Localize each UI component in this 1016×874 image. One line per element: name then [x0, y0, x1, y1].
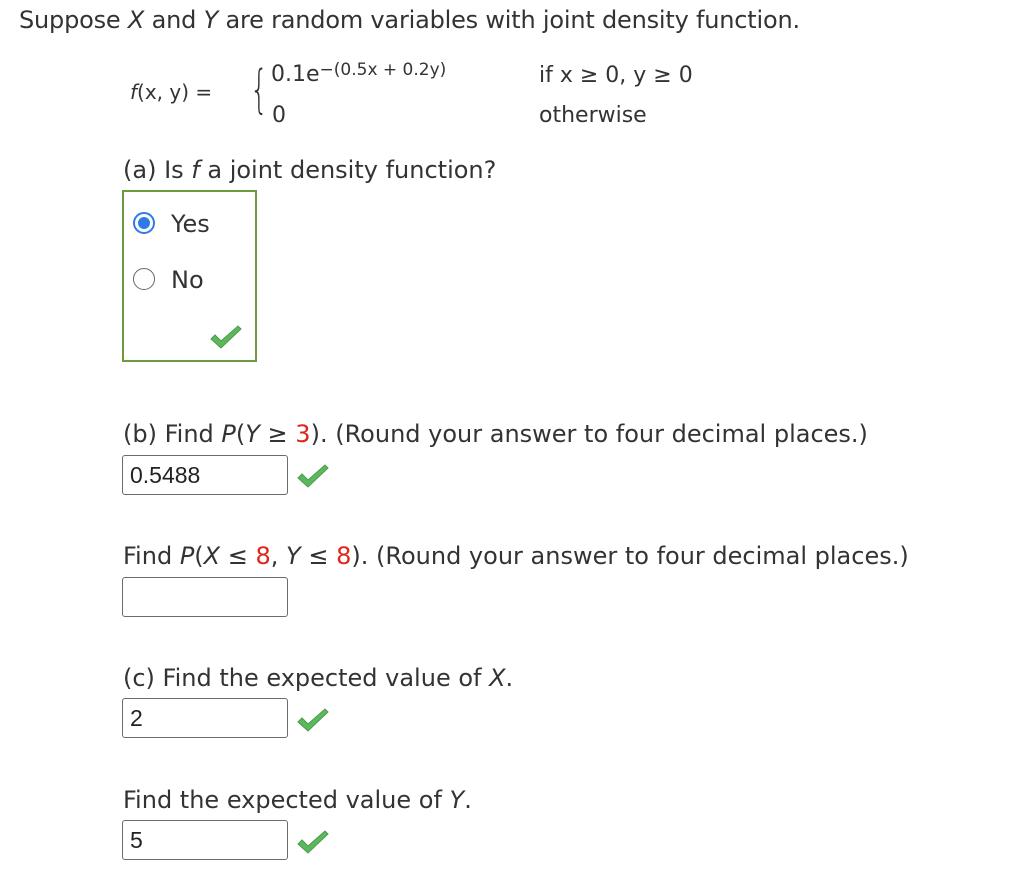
radio-yes[interactable]	[133, 212, 155, 234]
checkmark-icon	[297, 464, 329, 488]
intro-text: Suppose	[19, 6, 128, 34]
question-text: Find the expected value of	[123, 786, 450, 814]
prob-symbol: P	[179, 542, 195, 570]
intro-text: are random variables with joint density …	[218, 6, 800, 34]
case-1-coefficient: 0.1e	[271, 62, 320, 87]
operator: ≤	[300, 542, 337, 570]
formula-condition-2: otherwise	[539, 103, 647, 128]
paren: (	[235, 420, 246, 448]
var-y: Y	[286, 542, 301, 570]
answer-input-c1[interactable]	[122, 698, 288, 738]
question-c1: (c) Find the expected value of X.	[123, 664, 513, 692]
operator: ≥	[259, 420, 296, 448]
var-y: Y	[245, 420, 260, 448]
question-a: (a) Is f a joint density function?	[123, 156, 496, 184]
question-text: .	[505, 664, 514, 692]
radio-no[interactable]	[133, 268, 155, 290]
highlighted-value: 8	[255, 542, 271, 570]
answer-input-b1[interactable]	[122, 455, 288, 495]
question-text: .	[464, 786, 472, 814]
case-1-exponent: −(0.5x + 0.2y)	[319, 60, 447, 80]
intro-text: and	[144, 6, 204, 34]
paren: (	[194, 542, 204, 570]
var-x: X	[489, 664, 506, 692]
var-y: Y	[449, 786, 465, 814]
formula-case-1: 0.1e−(0.5x + 0.2y)	[271, 60, 447, 87]
formula-case-2: 0	[272, 103, 286, 128]
question-text: Find	[123, 542, 180, 570]
function-name: f	[130, 80, 138, 104]
rounding-instruction: (Round your answer to four decimal place…	[368, 542, 909, 570]
var-x: X	[127, 6, 145, 34]
var-x: X	[203, 542, 221, 570]
radio-label-no[interactable]: No	[171, 266, 204, 294]
function-args: (x, y) =	[137, 80, 213, 104]
answer-input-b2[interactable]	[122, 577, 288, 617]
checkmark-icon	[297, 830, 329, 854]
paren: ).	[351, 542, 369, 570]
radio-label-yes[interactable]: Yes	[171, 210, 210, 238]
question-text: (b) Find	[123, 420, 222, 448]
formula-condition-1: if x ≥ 0, y ≥ 0	[539, 63, 693, 88]
prob-symbol: P	[221, 420, 236, 448]
question-c2: Find the expected value of Y.	[123, 786, 472, 814]
rounding-instruction: (Round your answer to four decimal place…	[327, 420, 868, 448]
highlighted-value: 8	[336, 542, 352, 570]
piecewise-brace: {	[250, 60, 269, 120]
checkmark-icon	[210, 325, 242, 349]
question-text: a joint density function?	[199, 156, 497, 184]
separator: ,	[270, 542, 287, 570]
problem-intro: Suppose X and Y are random variables wit…	[19, 6, 800, 34]
question-text: (c) Find the expected value of	[123, 664, 490, 692]
question-text: (a) Is	[123, 156, 192, 184]
question-b1: (b) Find P(Y ≥ 3). (Round your answer to…	[123, 420, 868, 448]
formula-lhs: f(x, y) =	[130, 80, 212, 104]
paren: ).	[310, 420, 328, 448]
answer-input-c2[interactable]	[122, 820, 288, 860]
question-b2: Find P(X ≤ 8, Y ≤ 8). (Round your answer…	[123, 542, 909, 570]
checkmark-icon	[297, 708, 329, 732]
operator: ≤	[220, 542, 256, 570]
answer-group-a: Yes No	[122, 190, 257, 362]
function-name: f	[191, 156, 200, 184]
var-y: Y	[203, 6, 219, 34]
highlighted-value: 3	[295, 420, 311, 448]
